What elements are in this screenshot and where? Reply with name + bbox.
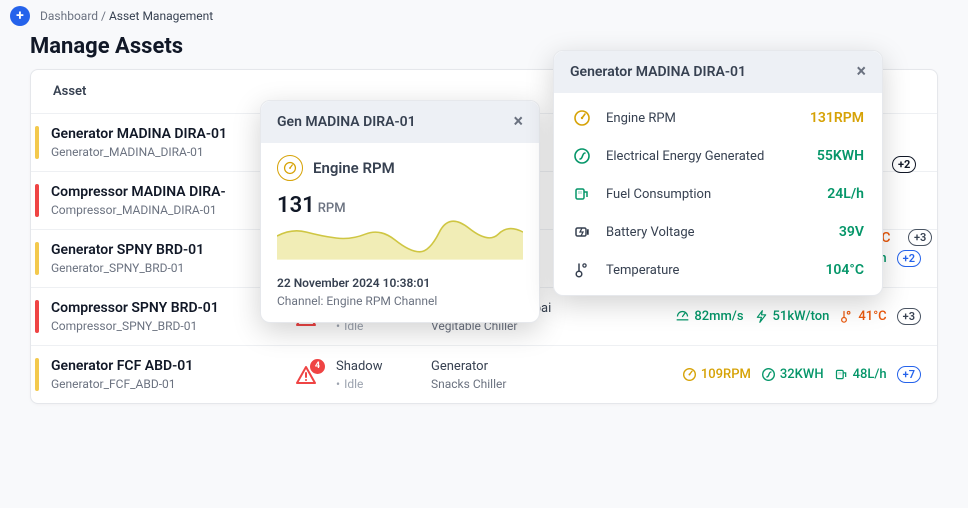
energy-icon bbox=[761, 367, 776, 382]
sparkline-chart bbox=[277, 218, 523, 260]
speed-icon bbox=[675, 309, 690, 324]
metric-timestamp: 22 November 2024 10:38:01 bbox=[277, 276, 523, 290]
asset-details-popover: Generator MADINA DIRA-01 × Engine RPM 13… bbox=[553, 50, 883, 296]
metric-popover: Gen MADINA DIRA-01 × Engine RPM 131RPM 2… bbox=[260, 100, 540, 323]
asset-name: Generator SPNY BRD-01 bbox=[51, 242, 276, 258]
stat-fuel: 48L/h bbox=[834, 367, 887, 382]
more-badge[interactable]: +7 bbox=[897, 366, 921, 383]
rpm-icon bbox=[572, 109, 592, 127]
detail-value: 24L/h bbox=[827, 186, 864, 202]
table-row[interactable]: Generator FCF ABD-01 Generator_FCF_ABD-0… bbox=[31, 346, 937, 403]
more-badge[interactable]: +2 bbox=[892, 156, 916, 173]
asset-sub: Generator_FCF_ABD-01 bbox=[51, 377, 276, 391]
alert-count: 4 bbox=[310, 359, 325, 374]
asset-sub: Generator_MADINA_DIRA-01 bbox=[51, 145, 276, 159]
asset-desc-sub: Snacks Chiller bbox=[431, 377, 611, 391]
add-button[interactable]: + bbox=[10, 6, 30, 26]
more-badge[interactable]: +3 bbox=[897, 308, 921, 325]
metric-channel: Channel: Engine RPM Channel bbox=[277, 294, 523, 308]
rpm-icon bbox=[277, 155, 303, 181]
detail-row: Engine RPM 131RPM bbox=[554, 99, 882, 137]
asset-name: Generator FCF ABD-01 bbox=[51, 358, 276, 374]
asset-sub: Compressor_MADINA_DIRA-01 bbox=[51, 203, 276, 217]
energy-icon bbox=[572, 147, 592, 165]
status-edge bbox=[35, 358, 39, 391]
stat-energy: 32KWH bbox=[761, 367, 824, 382]
col-asset-header: Asset bbox=[53, 84, 86, 99]
popover-title: Gen MADINA DIRA-01 bbox=[277, 114, 416, 130]
detail-value: 55KWH bbox=[817, 148, 864, 164]
stat-speed: 82mm/s bbox=[675, 309, 743, 324]
detail-row: Battery Voltage 39V bbox=[554, 213, 882, 251]
close-icon[interactable]: × bbox=[513, 113, 523, 131]
status-edge bbox=[35, 300, 39, 333]
close-icon[interactable]: × bbox=[856, 63, 866, 81]
battery-icon bbox=[572, 223, 592, 241]
status-edge bbox=[35, 242, 39, 275]
metric-value: 131RPM bbox=[277, 193, 523, 218]
detail-row: Temperature 104°C bbox=[554, 251, 882, 289]
more-badge[interactable]: +3 bbox=[908, 229, 932, 246]
breadcrumb-root[interactable]: Dashboard bbox=[40, 9, 98, 23]
status-edge bbox=[35, 126, 39, 159]
rpm-icon bbox=[682, 367, 697, 382]
temp-icon bbox=[572, 261, 592, 279]
stat-temp: 41°C bbox=[839, 309, 886, 324]
shadow-label: Shadow bbox=[336, 359, 431, 374]
detail-row: Fuel Consumption 24L/h bbox=[554, 175, 882, 213]
shadow-state: •Idle bbox=[336, 377, 431, 391]
power-icon bbox=[754, 309, 769, 324]
asset-sub: Generator_SPNY_BRD-01 bbox=[51, 261, 276, 275]
fuel-icon bbox=[834, 367, 849, 382]
asset-name: Compressor SPNY BRD-01 bbox=[51, 300, 276, 316]
detail-value: 104°C bbox=[825, 262, 864, 278]
asset-name: Generator MADINA DIRA-01 bbox=[51, 126, 276, 142]
breadcrumb-current: Asset Management bbox=[109, 9, 213, 23]
asset-desc-title: Generator bbox=[431, 359, 611, 374]
detail-value: 131RPM bbox=[810, 110, 864, 126]
asset-sub: Compressor_SPNY_BRD-01 bbox=[51, 319, 276, 333]
metric-label: Engine RPM bbox=[313, 159, 395, 177]
detail-row: Electrical Energy Generated 55KWH bbox=[554, 137, 882, 175]
stat-power: 51kW/ton bbox=[754, 309, 830, 324]
temp-icon bbox=[839, 309, 854, 324]
detail-value: 39V bbox=[839, 224, 864, 240]
popover-title: Generator MADINA DIRA-01 bbox=[570, 64, 746, 80]
asset-name: Compressor MADINA DIRA- bbox=[51, 184, 276, 200]
breadcrumb: Dashboard / Asset Management bbox=[40, 9, 213, 23]
alert-icon[interactable]: 4 bbox=[294, 363, 318, 387]
stat-rpm: 109RPM bbox=[682, 367, 751, 382]
more-badge[interactable]: +2 bbox=[897, 250, 921, 267]
fuel-icon bbox=[572, 185, 592, 203]
status-edge bbox=[35, 184, 39, 217]
